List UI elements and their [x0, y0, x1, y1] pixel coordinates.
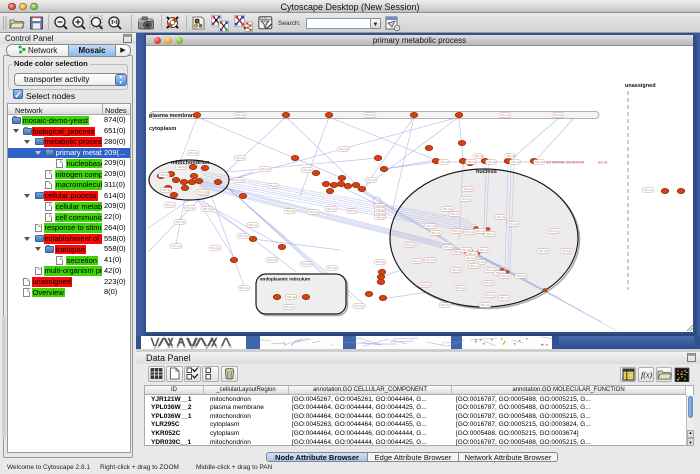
svg-text:Yhr-1p: Yhr-1p	[406, 243, 415, 247]
svg-text:Yhr-1p: Yhr-1p	[466, 230, 475, 234]
svg-text:Yhr-1p: Yhr-1p	[467, 160, 476, 164]
svg-text:unassigned: unassigned	[625, 83, 656, 89]
svg-text:Yhr-1p: Yhr-1p	[562, 249, 571, 253]
svg-text:Yhr-1p: Yhr-1p	[476, 229, 485, 233]
svg-text:Yhr-1p: Yhr-1p	[160, 173, 169, 177]
svg-text:Yhr-1p: Yhr-1p	[285, 305, 294, 309]
svg-text:Yhr-1p: Yhr-1p	[236, 156, 245, 160]
svg-text:Sm-a1: Sm-a1	[598, 161, 608, 165]
svg-text:Yhr-1p: Yhr-1p	[464, 187, 473, 191]
svg-text:Yhr-1p: Yhr-1p	[440, 160, 449, 164]
svg-text:Yhr-1p: Yhr-1p	[348, 209, 357, 213]
svg-text:Yhr-1p: Yhr-1p	[327, 207, 336, 211]
svg-text:endoplasmic reticulum: endoplasmic reticulum	[260, 277, 310, 282]
svg-text:Yhr-1p: Yhr-1p	[211, 246, 220, 250]
svg-text:Yhr-1p: Yhr-1p	[501, 274, 510, 278]
svg-text:Yhr-1p: Yhr-1p	[366, 113, 375, 117]
svg-text:Yhr-1p: Yhr-1p	[176, 220, 185, 224]
svg-text:Yhr-1p: Yhr-1p	[486, 268, 495, 272]
svg-text:Yhr-1p: Yhr-1p	[462, 197, 471, 201]
svg-text:Yhr-1p: Yhr-1p	[441, 303, 450, 307]
svg-text:Yhr-1p: Yhr-1p	[328, 266, 337, 270]
svg-text:Yhr-1p: Yhr-1p	[303, 168, 312, 172]
svg-text:Yhr-1p: Yhr-1p	[268, 258, 277, 262]
svg-text:Yhr-1p: Yhr-1p	[507, 154, 516, 158]
svg-text:Yhr-1p: Yhr-1p	[486, 293, 495, 297]
svg-text:Yhr-1p: Yhr-1p	[286, 209, 295, 213]
svg-text:nucleus: nucleus	[476, 169, 497, 175]
svg-text:Yhr-1p: Yhr-1p	[535, 160, 544, 164]
svg-text:Yhr-1p: Yhr-1p	[376, 260, 385, 264]
svg-text:Yhr-1p: Yhr-1p	[451, 212, 460, 216]
svg-text:Yhr-1p: Yhr-1p	[249, 223, 258, 227]
svg-text:Yhr-1p: Yhr-1p	[500, 296, 509, 300]
svg-text:Yhr-1p: Yhr-1p	[376, 216, 385, 220]
svg-text:Yhr-1p: Yhr-1p	[302, 262, 311, 266]
svg-text:Yhr-1p: Yhr-1p	[509, 222, 518, 226]
svg-text:Yhr-1p: Yhr-1p	[287, 295, 296, 299]
svg-text:Yhr-1p: Yhr-1p	[426, 224, 435, 228]
svg-text:Yhr-1p: Yhr-1p	[177, 165, 186, 169]
svg-text:Yhr-1p: Yhr-1p	[235, 178, 244, 182]
svg-text:Yhr-1p: Yhr-1p	[470, 264, 479, 268]
svg-text:Yhr-1p: Yhr-1p	[261, 167, 270, 171]
svg-text:Yhr-1p: Yhr-1p	[269, 184, 278, 188]
svg-text:Yhr-1p: Yhr-1p	[456, 286, 465, 290]
svg-text:Yhr-1p: Yhr-1p	[186, 206, 195, 210]
svg-text:Yhr-1p: Yhr-1p	[554, 113, 563, 117]
svg-text:Yhr-1p: Yhr-1p	[413, 259, 422, 263]
svg-text:Yhr-1p: Yhr-1p	[432, 231, 441, 235]
svg-text:Yhr-1p: Yhr-1p	[480, 248, 489, 252]
svg-text:f(x): f(x)	[641, 371, 652, 380]
svg-text:cytoplasm: cytoplasm	[149, 126, 176, 132]
svg-text:Yhr-1p: Yhr-1p	[166, 203, 175, 207]
svg-text:Yhr-1p: Yhr-1p	[426, 258, 435, 262]
svg-text:Yhr-1p: Yhr-1p	[550, 229, 559, 233]
svg-text:Yhr-1p: Yhr-1p	[203, 207, 212, 211]
svg-text:Yhr-1p: Yhr-1p	[466, 256, 475, 260]
svg-text:Yhr-1p: Yhr-1p	[539, 249, 548, 253]
svg-text:Yhr-1p: Yhr-1p	[453, 229, 462, 233]
svg-text:Yhr-1p: Yhr-1p	[475, 154, 484, 158]
svg-text:Yhr-1p: Yhr-1p	[189, 151, 198, 155]
svg-text:Yhr-1p: Yhr-1p	[339, 147, 348, 151]
svg-text:GO:0044464, GO:0044444: GO:0044464, GO:0044444	[546, 161, 585, 165]
svg-text:Yhr-1p: Yhr-1p	[239, 234, 248, 238]
svg-text:Yhr-1p: Yhr-1p	[497, 215, 506, 219]
svg-text:plasma membrane: plasma membrane	[149, 113, 197, 119]
svg-text:Yhr-1p: Yhr-1p	[421, 283, 430, 287]
svg-text:Yhr-1p: Yhr-1p	[644, 188, 653, 192]
svg-text:Yhr-1p: Yhr-1p	[501, 113, 510, 117]
svg-text:Yhr-1p: Yhr-1p	[162, 188, 171, 192]
svg-text:Yhr-1p: Yhr-1p	[481, 303, 490, 307]
svg-text:Yhr-1p: Yhr-1p	[444, 245, 453, 249]
svg-text:Yhr-1p: Yhr-1p	[309, 210, 318, 214]
svg-text:Yhr-1p: Yhr-1p	[517, 274, 526, 278]
svg-text:Yhr-1p: Yhr-1p	[443, 207, 452, 211]
svg-text:Yhr-1p: Yhr-1p	[487, 160, 496, 164]
svg-text:Yhr-1p: Yhr-1p	[486, 232, 495, 236]
svg-text:Yhr-1p: Yhr-1p	[511, 160, 520, 164]
svg-text:Yhr-1p: Yhr-1p	[240, 286, 249, 290]
svg-text:Yhr-1p: Yhr-1p	[367, 178, 376, 182]
svg-text:Yhr-1p: Yhr-1p	[172, 244, 181, 248]
svg-text:Yhr-1p: Yhr-1p	[452, 268, 461, 272]
svg-text:Yhr-1p: Yhr-1p	[198, 190, 207, 194]
svg-text:Yhr-1p: Yhr-1p	[236, 113, 245, 117]
svg-text:Yhr-1p: Yhr-1p	[355, 304, 364, 308]
svg-text:Yhr-1p: Yhr-1p	[484, 281, 493, 285]
